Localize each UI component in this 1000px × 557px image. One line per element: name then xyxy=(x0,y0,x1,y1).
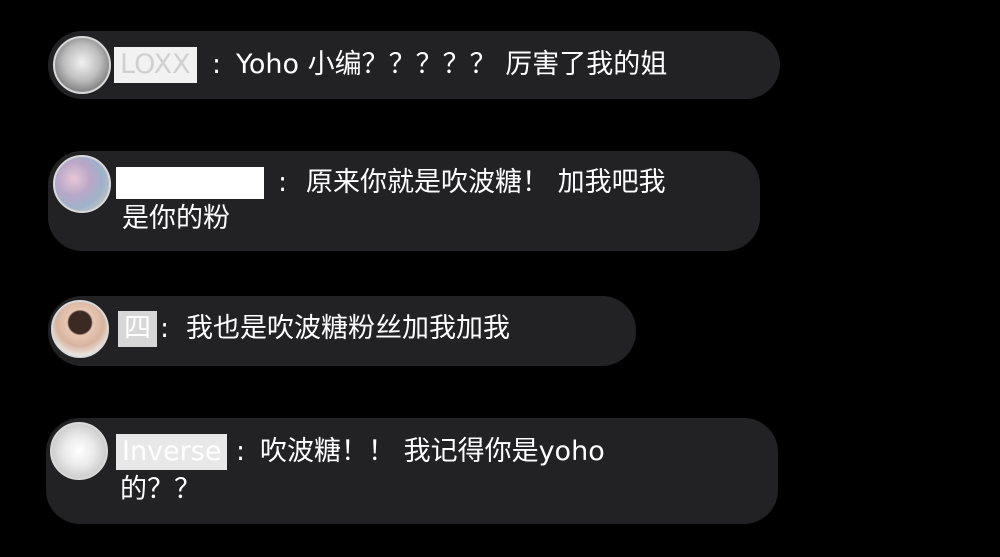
comment-username[interactable]: 四 xyxy=(118,311,157,347)
comment-text: 原来你就是吹波糖！ 加我吧我 xyxy=(306,167,666,198)
comment-username[interactable]: Inverse xyxy=(116,434,228,470)
comment-bubble[interactable]: 四 : 我也是吹波糖粉丝加我加我 xyxy=(48,296,636,366)
comment-bubble[interactable]: Inverse : 吹波糖！！ 我记得你是yoho 的？？ xyxy=(46,418,778,524)
comment-text: 我也是吹波糖粉丝加我加我 xyxy=(186,313,510,344)
comment-text: 吹波糖！！ 我记得你是yoho xyxy=(260,436,605,467)
user-avatar[interactable] xyxy=(53,155,111,213)
comment-feed: LOXX : Yoho 小编？？？？？ 厉害了我的姐 : 原来你就是吹波糖！ 加… xyxy=(0,0,1000,557)
user-avatar[interactable] xyxy=(51,300,109,358)
user-avatar[interactable] xyxy=(50,422,108,480)
comment-bubble[interactable]: LOXX : Yoho 小编？？？？？ 厉害了我的姐 xyxy=(48,31,780,99)
comment-colon: : xyxy=(160,313,170,344)
comment-bubble[interactable]: : 原来你就是吹波糖！ 加我吧我 是你的粉 xyxy=(48,151,760,251)
comment-colon: : xyxy=(212,49,222,80)
comment-username[interactable] xyxy=(116,167,264,199)
comment-colon: : xyxy=(278,167,288,198)
comment-text-continued: 是你的粉 xyxy=(122,203,230,234)
comment-username[interactable]: LOXX xyxy=(114,47,197,83)
user-avatar[interactable] xyxy=(53,36,111,94)
comment-colon: : xyxy=(236,436,246,467)
comment-text-continued: 的？？ xyxy=(120,474,201,505)
comment-text: Yoho 小编？？？？？ 厉害了我的姐 xyxy=(236,49,668,80)
